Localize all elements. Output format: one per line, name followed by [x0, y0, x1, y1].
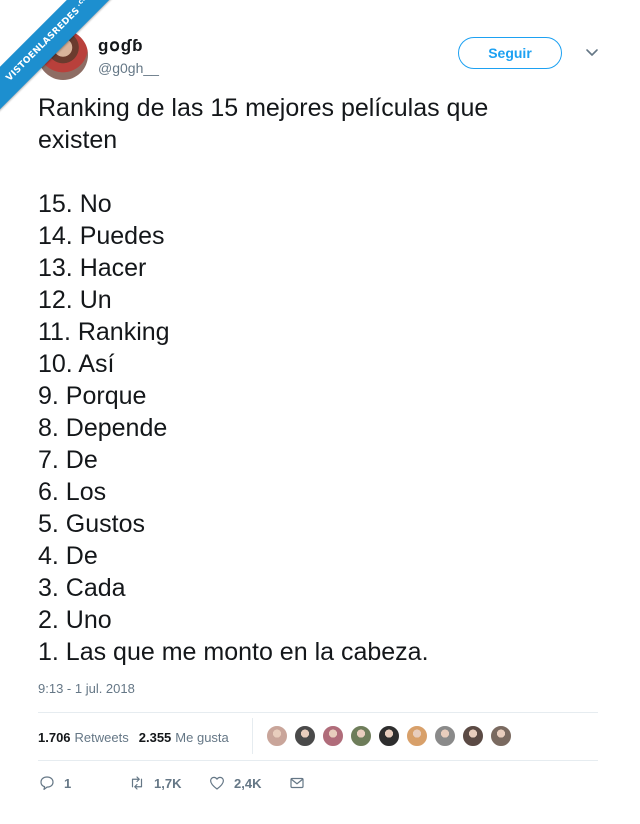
- ranking-item: 5. Gustos: [38, 510, 145, 538]
- ranking-item: 8. Depende: [38, 414, 168, 442]
- follow-button[interactable]: Seguir: [458, 37, 562, 69]
- liker-avatar[interactable]: [350, 725, 372, 747]
- ranking-item: 6. Los: [38, 478, 107, 506]
- envelope-icon: [290, 777, 304, 789]
- retweet-button[interactable]: 1,7K: [128, 774, 208, 792]
- divider: [38, 712, 598, 713]
- ranking-item: 13. Hacer: [38, 254, 147, 282]
- likes-label[interactable]: Me gusta: [175, 730, 228, 745]
- reply-button[interactable]: 1: [38, 774, 128, 792]
- ranking-item: 14. Puedes: [38, 222, 165, 250]
- tweet-title-line: existen: [38, 126, 118, 154]
- tweet-actions: 1 1,7K 2,4K: [38, 772, 306, 794]
- ranking-item: 10. Así: [38, 350, 115, 378]
- retweets-count[interactable]: 1.706: [38, 730, 71, 745]
- watermark-suffix: .com: [74, 0, 94, 8]
- tweet-title-line: Ranking de las 15 mejores películas que: [38, 94, 489, 122]
- liker-avatar[interactable]: [490, 725, 512, 747]
- reply-count: 1: [64, 775, 72, 791]
- retweets-label[interactable]: Retweets: [75, 730, 129, 745]
- ranking-item: 15. No: [38, 190, 112, 218]
- liker-avatar[interactable]: [378, 725, 400, 747]
- tweet-header: ɡօɠɓ @g0gh__ Seguir: [38, 30, 608, 82]
- like-button[interactable]: 2,4K: [208, 774, 288, 792]
- liker-avatar[interactable]: [294, 725, 316, 747]
- chevron-down-icon[interactable]: [582, 42, 602, 62]
- stats-separator: [252, 718, 253, 754]
- like-count: 2,4K: [234, 775, 262, 791]
- heart-icon: [210, 776, 224, 790]
- ranking-item: 12. Un: [38, 286, 112, 314]
- retweet-count: 1,7K: [154, 775, 182, 791]
- ranking-item: 7. De: [38, 446, 98, 474]
- ranking-item: 4. De: [38, 542, 98, 570]
- tweet-timestamp[interactable]: 9:13 - 1 jul. 2018: [38, 681, 135, 696]
- ranking-item: 3. Cada: [38, 574, 126, 602]
- liker-avatar[interactable]: [462, 725, 484, 747]
- divider: [38, 760, 598, 761]
- message-button[interactable]: [288, 774, 306, 792]
- tweet-text: Ranking de las 15 mejores películas que …: [38, 92, 608, 668]
- reply-icon: [40, 776, 54, 790]
- liker-avatar[interactable]: [266, 725, 288, 747]
- liker-avatars: [266, 725, 518, 747]
- liker-avatar[interactable]: [322, 725, 344, 747]
- ranking-item: 1. Las que me monto en la cabeza.: [38, 638, 429, 666]
- likes-count[interactable]: 2.355: [139, 730, 172, 745]
- ranking-item: 11. Ranking: [38, 318, 170, 346]
- display-name[interactable]: ɡօɠɓ: [98, 36, 144, 56]
- liker-avatar[interactable]: [406, 725, 428, 747]
- liker-avatar[interactable]: [434, 725, 456, 747]
- tweet-stats: 1.706 Retweets 2.355 Me gusta: [38, 726, 239, 748]
- retweet-icon: [131, 776, 143, 790]
- ranking-item: 9. Porque: [38, 382, 147, 410]
- user-handle[interactable]: @g0gh__: [98, 60, 159, 76]
- ranking-item: 2. Uno: [38, 606, 112, 634]
